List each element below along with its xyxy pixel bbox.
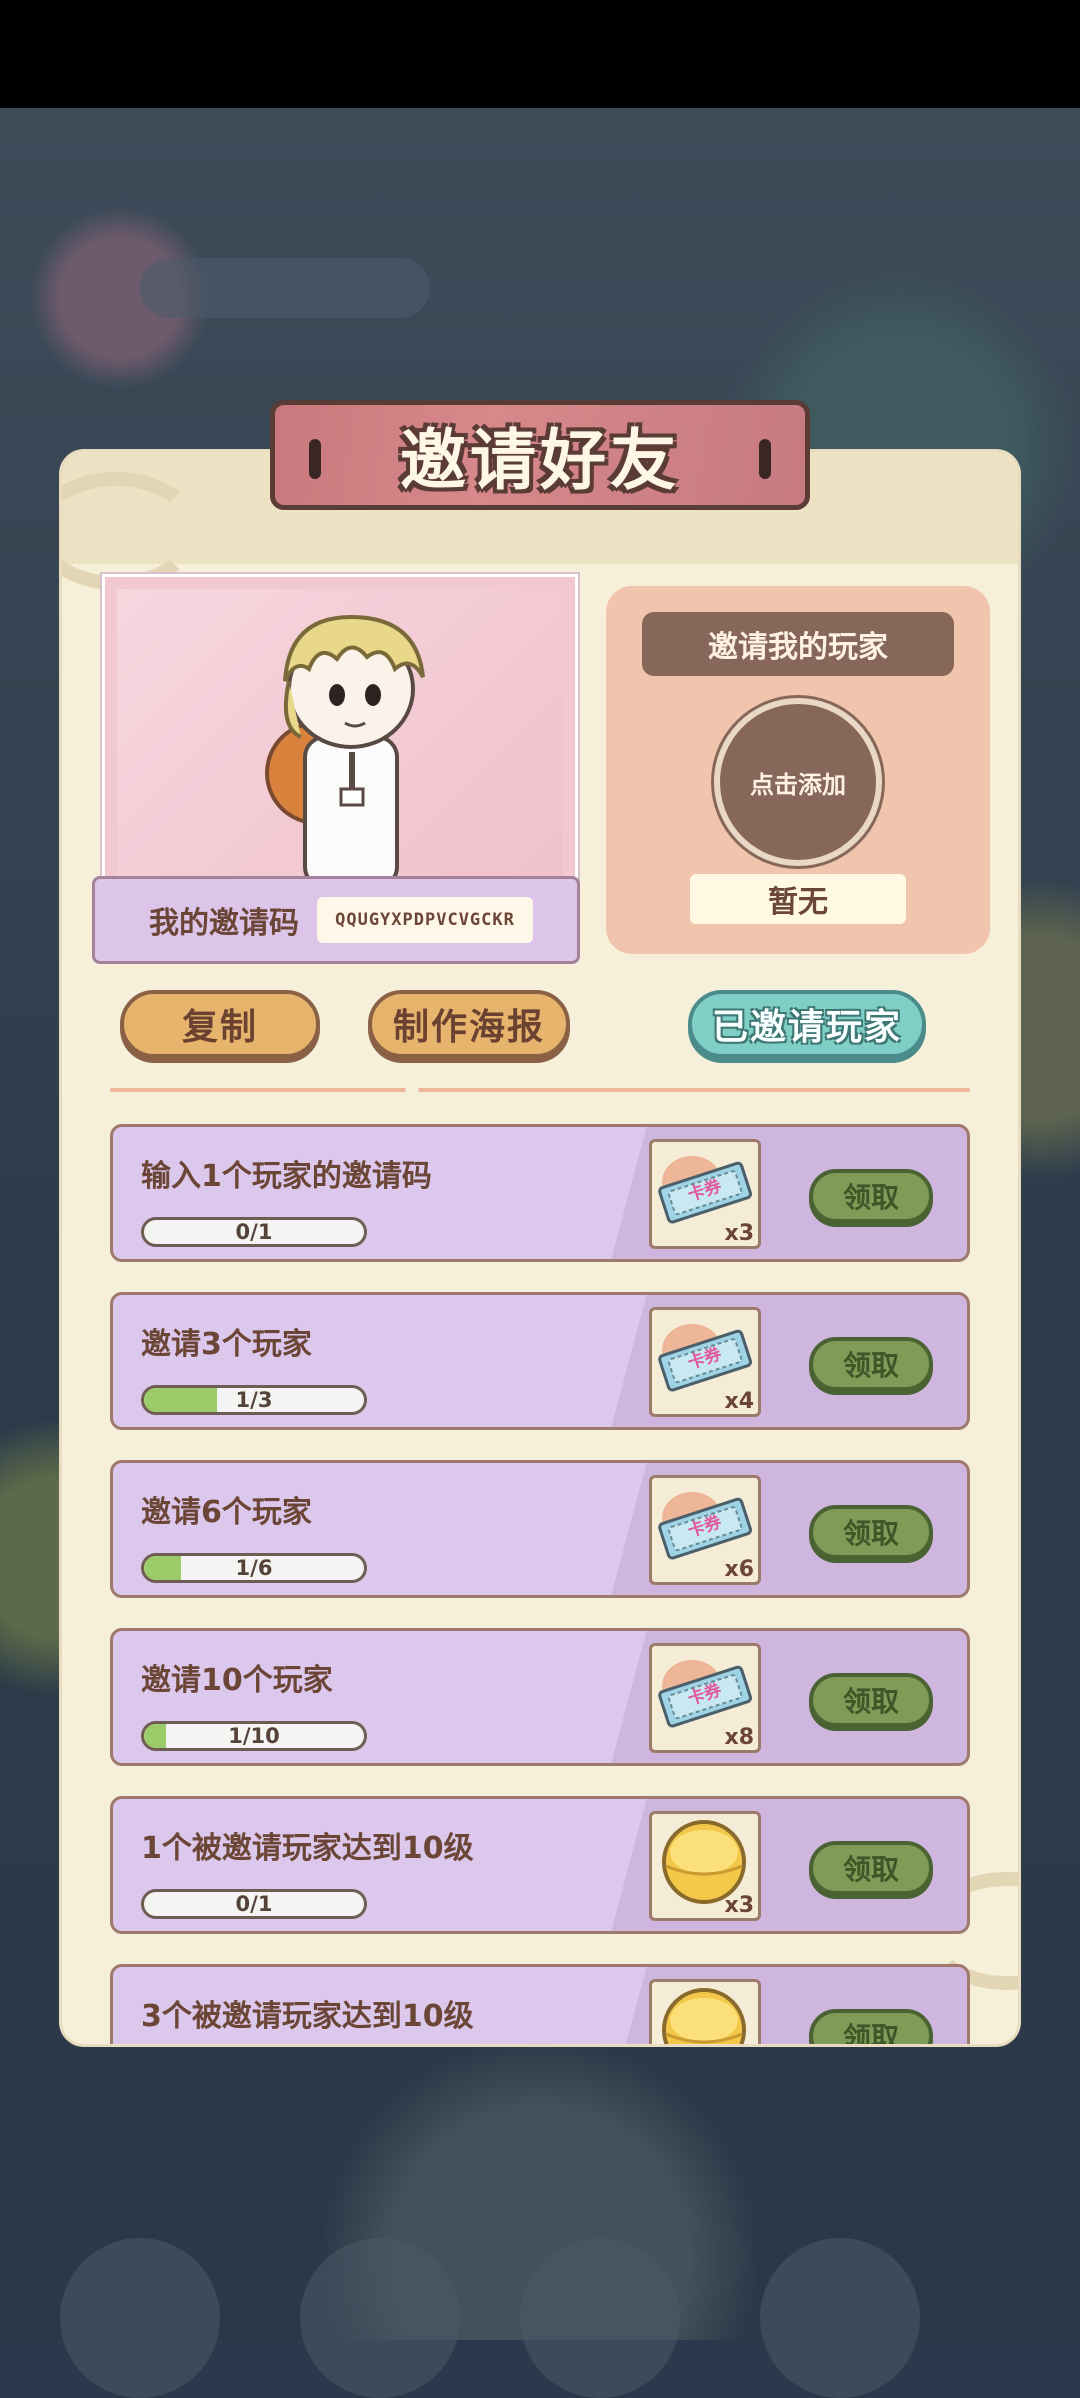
- claim-button[interactable]: 领取: [809, 1841, 933, 1895]
- status-bar: [0, 0, 1080, 108]
- task-row: 1个被邀请玩家达到10级 0/1 x3 领取: [110, 1796, 970, 1934]
- reward-box: x3: [649, 1811, 761, 1921]
- character-portrait: [100, 572, 580, 892]
- progress-text: 1/10: [228, 1724, 280, 1748]
- task-title: 邀请6个玩家: [141, 1495, 312, 1530]
- inviter-title: 邀请我的玩家: [642, 612, 954, 676]
- background-bottom-icon: [60, 2238, 220, 2398]
- reward-count: x3: [724, 1893, 755, 1918]
- background-bottom-icon: [300, 2238, 460, 2398]
- banner-pin-icon: [759, 439, 771, 479]
- banner-pin-icon: [309, 439, 321, 479]
- claim-button[interactable]: 领取: [809, 1337, 933, 1391]
- reward-count: x4: [724, 1389, 755, 1414]
- reward-box: 卡券 x4: [649, 1307, 761, 1417]
- task-progress-bar: 1/10: [141, 1721, 367, 1751]
- task-title: 1个被邀请玩家达到10级: [141, 1831, 474, 1866]
- dialog-title: 邀请好友: [400, 422, 680, 499]
- task-row: 邀请10个玩家 1/10 卡券 x8 领取: [110, 1628, 970, 1766]
- task-title: 输入1个玩家的邀请码: [141, 1159, 432, 1194]
- reward-box: [649, 1979, 761, 2044]
- reward-count: x6: [724, 1557, 755, 1582]
- invite-code-box: 我的邀请码 QQUGYXPDPVCVGCKR: [92, 876, 580, 964]
- make-poster-button[interactable]: 制作海报: [368, 990, 570, 1058]
- claim-button[interactable]: 领取: [809, 1673, 933, 1727]
- task-row: 邀请6个玩家 1/6 卡券 x6 领取: [110, 1460, 970, 1598]
- add-inviter-button[interactable]: 点击添加: [714, 698, 882, 866]
- inviter-card: 邀请我的玩家 点击添加 暂无: [606, 586, 990, 954]
- background-bottom-icon: [520, 2238, 680, 2398]
- progress-text: 0/1: [235, 1892, 273, 1916]
- gold-ball-icon: [662, 1988, 746, 2044]
- task-progress-bar: 0/1: [141, 1217, 367, 1247]
- invited-players-button[interactable]: 已邀请玩家: [688, 990, 926, 1058]
- task-row: 3个被邀请玩家达到10级 领取: [110, 1964, 970, 2044]
- divider: [110, 1088, 406, 1092]
- task-list[interactable]: 输入1个玩家的邀请码 0/1 卡券 x3 领取 邀请3个玩家 1/3 卡券 x4 领取 邀请6个玩家…: [110, 1124, 970, 2044]
- progress-text: 0/1: [235, 1220, 273, 1244]
- dialog-title-banner: 邀请好友: [270, 400, 810, 510]
- character-illustration: [265, 614, 425, 887]
- task-progress-bar: 0/1: [141, 1889, 367, 1919]
- task-row: 输入1个玩家的邀请码 0/1 卡券 x3 领取: [110, 1124, 970, 1262]
- task-title: 邀请10个玩家: [141, 1663, 333, 1698]
- reward-box: 卡券 x8: [649, 1643, 761, 1753]
- invite-code-label: 我的邀请码: [149, 906, 299, 941]
- task-progress-bar: 1/3: [141, 1385, 367, 1415]
- reward-count: x8: [724, 1725, 755, 1750]
- inviter-none-label: 暂无: [690, 874, 906, 924]
- reward-box: 卡券 x3: [649, 1139, 761, 1249]
- task-title: 3个被邀请玩家达到10级: [141, 1999, 474, 2034]
- divider: [418, 1088, 970, 1092]
- progress-text: 1/6: [235, 1556, 273, 1580]
- background-bottom-icon: [760, 2238, 920, 2398]
- claim-button[interactable]: 领取: [809, 2009, 933, 2044]
- reward-box: 卡券 x6: [649, 1475, 761, 1585]
- task-row: 邀请3个玩家 1/3 卡券 x4 领取: [110, 1292, 970, 1430]
- copy-button[interactable]: 复制: [120, 990, 320, 1058]
- task-progress-bar: 1/6: [141, 1553, 367, 1583]
- reward-count: x3: [724, 1221, 755, 1246]
- invite-code-value: QQUGYXPDPVCVGCKR: [317, 897, 533, 943]
- claim-button[interactable]: 领取: [809, 1505, 933, 1559]
- progress-text: 1/3: [235, 1388, 273, 1412]
- task-title: 邀请3个玩家: [141, 1327, 312, 1362]
- background-top-bar: [140, 258, 430, 318]
- claim-button[interactable]: 领取: [809, 1169, 933, 1223]
